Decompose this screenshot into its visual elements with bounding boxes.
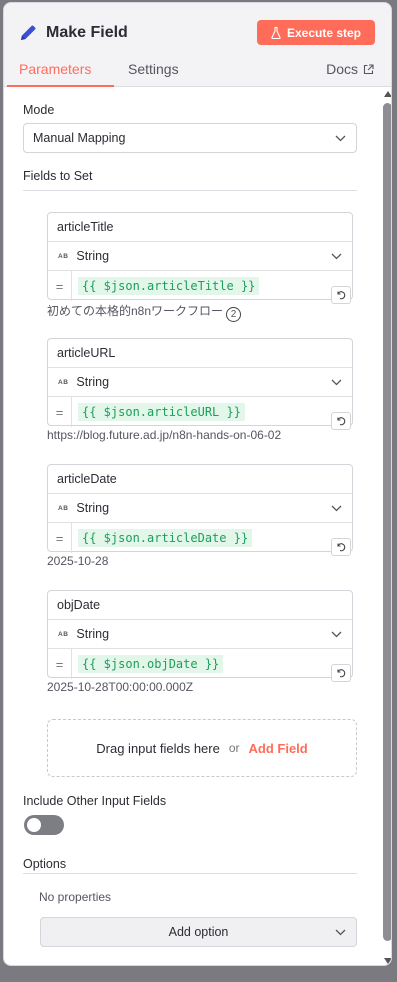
- external-link-icon: [363, 63, 374, 74]
- drop-zone-or: or: [228, 741, 240, 755]
- chevron-down-icon: [335, 929, 346, 936]
- execute-step-button[interactable]: Execute step: [257, 20, 375, 45]
- expression-value[interactable]: {{ $json.articleDate }}: [78, 529, 253, 547]
- field-assignment: articleURL AB String = {{ $json.articleU…: [47, 338, 353, 442]
- field-type-value: String: [76, 627, 110, 641]
- include-other-label: Include Other Input Fields: [23, 794, 167, 808]
- tab-bar: Parameters Settings Docs: [4, 59, 391, 87]
- node-panel: Make Field Execute step Parameters Setti…: [3, 2, 392, 966]
- field-type-select[interactable]: AB String: [48, 368, 352, 397]
- field-assignment-box: articleDate AB String = {{ $json.article…: [47, 464, 353, 556]
- field-assignment: articleDate AB String = {{ $json.article…: [47, 464, 353, 568]
- string-type-icon: AB: [58, 252, 69, 260]
- scroll-thumb[interactable]: [383, 103, 391, 941]
- field-assignment-box: objDate AB String = {{ $json.objDate }}: [47, 590, 353, 682]
- add-option-label: Add option: [168, 925, 229, 939]
- flask-icon: [271, 26, 281, 39]
- add-option-select[interactable]: Add option: [40, 917, 357, 947]
- expression-value[interactable]: {{ $json.objDate }}: [78, 655, 224, 673]
- field-type-value: String: [76, 249, 110, 263]
- field-value-input[interactable]: = {{ $json.articleURL }}: [48, 397, 352, 430]
- drop-zone[interactable]: Drag input fields here or Add Field: [47, 719, 357, 777]
- field-name-input[interactable]: objDate: [48, 591, 352, 620]
- no-properties-text: No properties: [39, 890, 112, 904]
- parameters-content: Mode Manual Mapping Fields to Set articl…: [4, 87, 391, 965]
- add-field-button[interactable]: Add Field: [249, 741, 308, 756]
- toggle-knob: [27, 818, 41, 832]
- open-expression-editor-icon[interactable]: [331, 286, 351, 304]
- chevron-down-icon: [335, 135, 346, 142]
- expression-equals-icon: =: [48, 271, 72, 301]
- include-other-toggle[interactable]: [24, 815, 64, 835]
- field-type-select[interactable]: AB String: [48, 620, 352, 649]
- field-assignment-box: articleTitle AB String = {{ $json.articl…: [47, 212, 353, 304]
- expression-value[interactable]: {{ $json.articleTitle }}: [78, 277, 260, 295]
- field-value-input[interactable]: = {{ $json.objDate }}: [48, 649, 352, 682]
- field-name-input[interactable]: articleURL: [48, 339, 352, 368]
- chevron-down-icon: [331, 505, 342, 512]
- field-value-input[interactable]: = {{ $json.articleDate }}: [48, 523, 352, 556]
- string-type-icon: AB: [58, 378, 69, 386]
- node-title[interactable]: Make Field: [46, 24, 128, 42]
- field-type-select[interactable]: AB String: [48, 494, 352, 523]
- execute-step-label: Execute step: [286, 25, 362, 40]
- chevron-down-icon: [331, 631, 342, 638]
- field-value-input[interactable]: = {{ $json.articleTitle }}: [48, 271, 352, 304]
- mode-label: Mode: [23, 103, 55, 117]
- field-preview: 初めての本格的n8nワークフロー 2: [47, 302, 353, 322]
- expression-value[interactable]: {{ $json.articleURL }}: [78, 403, 245, 421]
- vertical-scrollbar[interactable]: [382, 87, 391, 965]
- open-expression-editor-icon[interactable]: [331, 538, 351, 556]
- field-assignment: objDate AB String = {{ $json.objDate }} …: [47, 590, 353, 694]
- open-expression-editor-icon[interactable]: [331, 412, 351, 430]
- field-preview: 2025-10-28: [47, 554, 109, 568]
- field-preview-text: 初めての本格的n8nワークフロー: [47, 304, 224, 318]
- field-name-input[interactable]: articleTitle: [48, 213, 352, 242]
- drop-zone-text: Drag input fields here: [96, 740, 220, 756]
- pencil-icon[interactable]: [18, 23, 38, 43]
- chevron-down-icon: [331, 253, 342, 260]
- string-type-icon: AB: [58, 504, 69, 512]
- scroll-down-arrow[interactable]: [384, 958, 391, 964]
- expression-equals-icon: =: [48, 523, 72, 553]
- options-divider: [23, 873, 357, 874]
- field-name-input[interactable]: articleDate: [48, 465, 352, 494]
- chevron-down-icon: [331, 379, 342, 386]
- fields-divider: [23, 190, 357, 191]
- tab-docs-label: Docs: [326, 61, 358, 77]
- tab-parameters[interactable]: Parameters: [19, 61, 91, 77]
- panel-header: Make Field Execute step Parameters Setti…: [4, 3, 391, 87]
- field-type-value: String: [76, 375, 110, 389]
- open-expression-editor-icon[interactable]: [331, 664, 351, 682]
- fields-to-set-label: Fields to Set: [23, 169, 93, 183]
- field-assignment: articleTitle AB String = {{ $json.articl…: [47, 212, 353, 322]
- expression-equals-icon: =: [48, 397, 72, 427]
- title-row: Make Field: [18, 19, 128, 47]
- mode-select-value: Manual Mapping: [33, 131, 126, 145]
- field-type-select[interactable]: AB String: [48, 242, 352, 271]
- expression-equals-icon: =: [48, 649, 72, 679]
- mode-select[interactable]: Manual Mapping: [23, 123, 357, 153]
- field-assignment-box: articleURL AB String = {{ $json.articleU…: [47, 338, 353, 430]
- string-type-icon: AB: [58, 630, 69, 638]
- field-preview: https://blog.future.ad.jp/n8n-hands-on-0…: [47, 428, 282, 442]
- count-badge: 2: [226, 307, 242, 322]
- tab-settings[interactable]: Settings: [128, 61, 179, 77]
- tab-docs[interactable]: Docs: [326, 61, 374, 77]
- scroll-up-arrow[interactable]: [384, 91, 391, 97]
- field-type-value: String: [76, 501, 110, 515]
- options-label: Options: [23, 857, 67, 871]
- field-preview: 2025-10-28T00:00:00.000Z: [47, 680, 194, 694]
